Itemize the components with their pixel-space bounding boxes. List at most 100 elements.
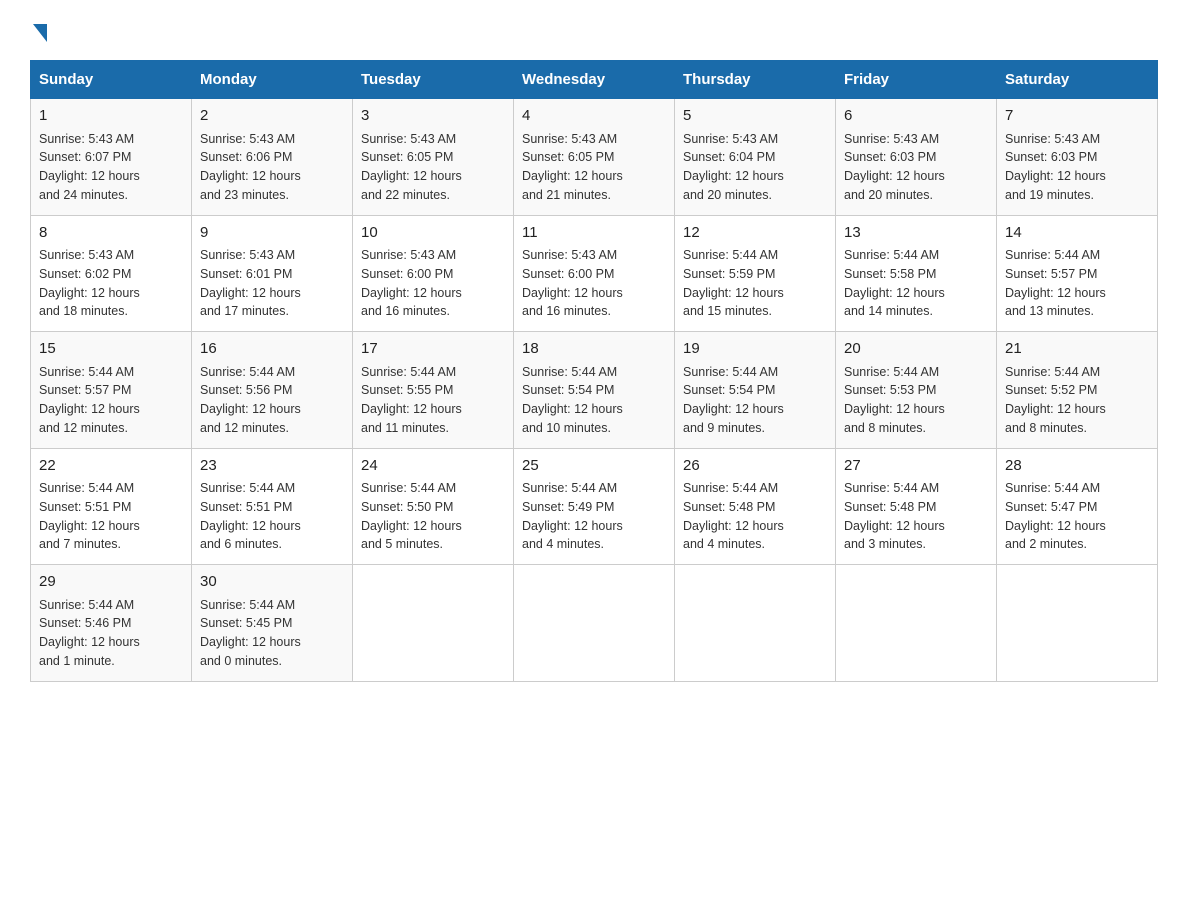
day-info: Sunrise: 5:44 AMSunset: 5:59 PMDaylight:… [683, 248, 784, 318]
calendar-cell: 19 Sunrise: 5:44 AMSunset: 5:54 PMDaylig… [675, 332, 836, 449]
calendar-cell: 1 Sunrise: 5:43 AMSunset: 6:07 PMDayligh… [31, 99, 192, 216]
day-number: 25 [522, 455, 666, 478]
page-header [30, 20, 1158, 42]
logo-arrow-icon [33, 24, 47, 42]
day-number: 5 [683, 105, 827, 128]
day-info: Sunrise: 5:44 AMSunset: 5:46 PMDaylight:… [39, 598, 140, 668]
day-number: 21 [1005, 338, 1149, 361]
calendar-cell: 25 Sunrise: 5:44 AMSunset: 5:49 PMDaylig… [514, 448, 675, 565]
week-row-4: 22 Sunrise: 5:44 AMSunset: 5:51 PMDaylig… [31, 448, 1158, 565]
week-row-2: 8 Sunrise: 5:43 AMSunset: 6:02 PMDayligh… [31, 215, 1158, 332]
day-info: Sunrise: 5:43 AMSunset: 6:05 PMDaylight:… [361, 132, 462, 202]
day-number: 24 [361, 455, 505, 478]
calendar-table: SundayMondayTuesdayWednesdayThursdayFrid… [30, 60, 1158, 682]
day-info: Sunrise: 5:44 AMSunset: 5:49 PMDaylight:… [522, 481, 623, 551]
calendar-cell: 26 Sunrise: 5:44 AMSunset: 5:48 PMDaylig… [675, 448, 836, 565]
calendar-cell [353, 565, 514, 682]
day-info: Sunrise: 5:44 AMSunset: 5:54 PMDaylight:… [522, 365, 623, 435]
calendar-cell: 20 Sunrise: 5:44 AMSunset: 5:53 PMDaylig… [836, 332, 997, 449]
col-header-friday: Friday [836, 61, 997, 99]
calendar-cell: 14 Sunrise: 5:44 AMSunset: 5:57 PMDaylig… [997, 215, 1158, 332]
calendar-cell: 21 Sunrise: 5:44 AMSunset: 5:52 PMDaylig… [997, 332, 1158, 449]
day-number: 3 [361, 105, 505, 128]
day-info: Sunrise: 5:44 AMSunset: 5:48 PMDaylight:… [844, 481, 945, 551]
day-number: 1 [39, 105, 183, 128]
day-info: Sunrise: 5:43 AMSunset: 6:03 PMDaylight:… [844, 132, 945, 202]
calendar-cell: 5 Sunrise: 5:43 AMSunset: 6:04 PMDayligh… [675, 99, 836, 216]
day-info: Sunrise: 5:43 AMSunset: 6:07 PMDaylight:… [39, 132, 140, 202]
calendar-cell: 2 Sunrise: 5:43 AMSunset: 6:06 PMDayligh… [192, 99, 353, 216]
week-row-1: 1 Sunrise: 5:43 AMSunset: 6:07 PMDayligh… [31, 99, 1158, 216]
calendar-cell [675, 565, 836, 682]
day-info: Sunrise: 5:44 AMSunset: 5:56 PMDaylight:… [200, 365, 301, 435]
day-number: 18 [522, 338, 666, 361]
calendar-cell: 28 Sunrise: 5:44 AMSunset: 5:47 PMDaylig… [997, 448, 1158, 565]
day-info: Sunrise: 5:44 AMSunset: 5:47 PMDaylight:… [1005, 481, 1106, 551]
col-header-thursday: Thursday [675, 61, 836, 99]
day-number: 20 [844, 338, 988, 361]
day-number: 8 [39, 222, 183, 245]
calendar-cell: 13 Sunrise: 5:44 AMSunset: 5:58 PMDaylig… [836, 215, 997, 332]
day-info: Sunrise: 5:44 AMSunset: 5:51 PMDaylight:… [200, 481, 301, 551]
day-info: Sunrise: 5:44 AMSunset: 5:53 PMDaylight:… [844, 365, 945, 435]
day-number: 28 [1005, 455, 1149, 478]
calendar-cell: 29 Sunrise: 5:44 AMSunset: 5:46 PMDaylig… [31, 565, 192, 682]
calendar-cell: 9 Sunrise: 5:43 AMSunset: 6:01 PMDayligh… [192, 215, 353, 332]
day-number: 16 [200, 338, 344, 361]
day-info: Sunrise: 5:44 AMSunset: 5:54 PMDaylight:… [683, 365, 784, 435]
calendar-cell: 27 Sunrise: 5:44 AMSunset: 5:48 PMDaylig… [836, 448, 997, 565]
day-number: 12 [683, 222, 827, 245]
calendar-cell: 16 Sunrise: 5:44 AMSunset: 5:56 PMDaylig… [192, 332, 353, 449]
day-number: 10 [361, 222, 505, 245]
calendar-cell: 10 Sunrise: 5:43 AMSunset: 6:00 PMDaylig… [353, 215, 514, 332]
calendar-cell: 8 Sunrise: 5:43 AMSunset: 6:02 PMDayligh… [31, 215, 192, 332]
day-info: Sunrise: 5:43 AMSunset: 6:06 PMDaylight:… [200, 132, 301, 202]
day-number: 27 [844, 455, 988, 478]
col-header-wednesday: Wednesday [514, 61, 675, 99]
day-info: Sunrise: 5:44 AMSunset: 5:50 PMDaylight:… [361, 481, 462, 551]
day-number: 17 [361, 338, 505, 361]
calendar-cell: 24 Sunrise: 5:44 AMSunset: 5:50 PMDaylig… [353, 448, 514, 565]
day-info: Sunrise: 5:43 AMSunset: 6:03 PMDaylight:… [1005, 132, 1106, 202]
day-info: Sunrise: 5:44 AMSunset: 5:58 PMDaylight:… [844, 248, 945, 318]
week-row-3: 15 Sunrise: 5:44 AMSunset: 5:57 PMDaylig… [31, 332, 1158, 449]
calendar-header-row: SundayMondayTuesdayWednesdayThursdayFrid… [31, 61, 1158, 99]
day-info: Sunrise: 5:43 AMSunset: 6:00 PMDaylight:… [522, 248, 623, 318]
calendar-cell [997, 565, 1158, 682]
day-number: 6 [844, 105, 988, 128]
calendar-cell: 30 Sunrise: 5:44 AMSunset: 5:45 PMDaylig… [192, 565, 353, 682]
day-info: Sunrise: 5:44 AMSunset: 5:52 PMDaylight:… [1005, 365, 1106, 435]
calendar-cell: 23 Sunrise: 5:44 AMSunset: 5:51 PMDaylig… [192, 448, 353, 565]
day-number: 11 [522, 222, 666, 245]
day-info: Sunrise: 5:44 AMSunset: 5:57 PMDaylight:… [1005, 248, 1106, 318]
calendar-cell: 12 Sunrise: 5:44 AMSunset: 5:59 PMDaylig… [675, 215, 836, 332]
day-number: 13 [844, 222, 988, 245]
week-row-5: 29 Sunrise: 5:44 AMSunset: 5:46 PMDaylig… [31, 565, 1158, 682]
day-number: 23 [200, 455, 344, 478]
day-info: Sunrise: 5:44 AMSunset: 5:55 PMDaylight:… [361, 365, 462, 435]
col-header-tuesday: Tuesday [353, 61, 514, 99]
day-number: 29 [39, 571, 183, 594]
day-info: Sunrise: 5:44 AMSunset: 5:51 PMDaylight:… [39, 481, 140, 551]
calendar-cell: 6 Sunrise: 5:43 AMSunset: 6:03 PMDayligh… [836, 99, 997, 216]
calendar-cell [514, 565, 675, 682]
day-info: Sunrise: 5:43 AMSunset: 6:05 PMDaylight:… [522, 132, 623, 202]
day-number: 15 [39, 338, 183, 361]
calendar-cell: 17 Sunrise: 5:44 AMSunset: 5:55 PMDaylig… [353, 332, 514, 449]
day-info: Sunrise: 5:44 AMSunset: 5:57 PMDaylight:… [39, 365, 140, 435]
calendar-cell: 18 Sunrise: 5:44 AMSunset: 5:54 PMDaylig… [514, 332, 675, 449]
calendar-cell: 22 Sunrise: 5:44 AMSunset: 5:51 PMDaylig… [31, 448, 192, 565]
calendar-cell: 15 Sunrise: 5:44 AMSunset: 5:57 PMDaylig… [31, 332, 192, 449]
day-number: 2 [200, 105, 344, 128]
day-info: Sunrise: 5:44 AMSunset: 5:45 PMDaylight:… [200, 598, 301, 668]
day-number: 4 [522, 105, 666, 128]
calendar-cell: 11 Sunrise: 5:43 AMSunset: 6:00 PMDaylig… [514, 215, 675, 332]
col-header-monday: Monday [192, 61, 353, 99]
day-info: Sunrise: 5:43 AMSunset: 6:04 PMDaylight:… [683, 132, 784, 202]
logo [30, 20, 47, 42]
day-number: 22 [39, 455, 183, 478]
day-info: Sunrise: 5:43 AMSunset: 6:02 PMDaylight:… [39, 248, 140, 318]
day-number: 19 [683, 338, 827, 361]
calendar-cell [836, 565, 997, 682]
col-header-sunday: Sunday [31, 61, 192, 99]
